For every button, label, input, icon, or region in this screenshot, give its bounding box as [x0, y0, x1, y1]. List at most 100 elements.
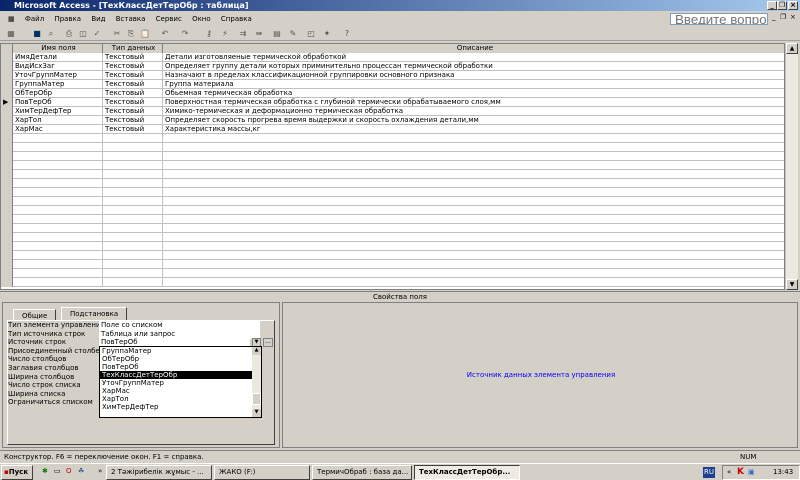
- description-cell[interactable]: [163, 242, 784, 251]
- menu-help[interactable]: Справка: [221, 15, 252, 23]
- table-row[interactable]: УточГруппМатер Текстовый Назначают в пре…: [1, 71, 784, 80]
- description-cell[interactable]: [163, 143, 784, 152]
- row-selector[interactable]: [1, 125, 13, 134]
- data-type-cell[interactable]: Текстовый: [103, 125, 163, 134]
- description-cell[interactable]: [163, 269, 784, 278]
- vertical-scrollbar[interactable]: ▲ ▼: [785, 43, 798, 290]
- description-cell[interactable]: [163, 170, 784, 179]
- table-row[interactable]: [1, 206, 784, 215]
- row-selector[interactable]: [1, 161, 13, 170]
- description-cell[interactable]: [163, 188, 784, 197]
- description-cell[interactable]: [163, 278, 784, 287]
- language-indicator[interactable]: RU: [703, 467, 715, 478]
- table-row[interactable]: [1, 278, 784, 287]
- data-type-cell[interactable]: [103, 278, 163, 287]
- row-selector[interactable]: [1, 215, 13, 224]
- row-selector[interactable]: [1, 278, 13, 287]
- build-icon[interactable]: ✎: [288, 29, 298, 39]
- scroll-up-button[interactable]: ▲: [786, 43, 798, 54]
- table-row[interactable]: [1, 269, 784, 278]
- description-cell[interactable]: Детали изготовляеные термической обработ…: [163, 53, 784, 62]
- opera-icon[interactable]: O: [66, 467, 72, 475]
- row-selector[interactable]: [1, 197, 13, 206]
- row-selector[interactable]: [1, 233, 13, 242]
- data-type-cell[interactable]: Текстовый: [103, 116, 163, 125]
- dropdown-option[interactable]: УточГруппМатер: [100, 379, 252, 387]
- data-type-cell[interactable]: [103, 179, 163, 188]
- help-icon[interactable]: ?: [342, 29, 352, 39]
- menu-window[interactable]: Окно: [192, 15, 211, 23]
- description-cell[interactable]: [163, 134, 784, 143]
- table-row[interactable]: ХарМас Текстовый Характеристика массы,кг: [1, 125, 784, 134]
- row-selector[interactable]: [1, 62, 13, 71]
- print-icon[interactable]: ⎙: [64, 29, 74, 39]
- data-type-cell[interactable]: [103, 161, 163, 170]
- data-type-cell[interactable]: [103, 170, 163, 179]
- show-desktop-icon[interactable]: ▭: [54, 467, 61, 475]
- description-cell[interactable]: [163, 179, 784, 188]
- row-selector[interactable]: [1, 53, 13, 62]
- copy-icon[interactable]: ⎘: [126, 29, 136, 39]
- table-row[interactable]: ВидИсхЗаг Текстовый Определяет группу де…: [1, 62, 784, 71]
- data-type-cell[interactable]: [103, 143, 163, 152]
- table-row[interactable]: [1, 134, 784, 143]
- data-type-cell[interactable]: [103, 224, 163, 233]
- tab-general[interactable]: Общие: [13, 309, 57, 320]
- redo-icon[interactable]: ↷: [180, 29, 190, 39]
- field-name-cell[interactable]: [13, 224, 103, 233]
- description-cell[interactable]: Поверхностная термическая обработка с гл…: [163, 98, 784, 107]
- table-row[interactable]: [1, 143, 784, 152]
- description-cell[interactable]: [163, 215, 784, 224]
- table-row[interactable]: [1, 179, 784, 188]
- table-row[interactable]: [1, 161, 784, 170]
- row-selector[interactable]: [1, 179, 13, 188]
- table-row[interactable]: [1, 251, 784, 260]
- description-cell[interactable]: Характеристика массы,кг: [163, 125, 784, 134]
- field-name-cell[interactable]: [13, 179, 103, 188]
- doc-restore-button[interactable]: ❐: [780, 13, 786, 21]
- dropdown-option[interactable]: ХимТерДефТер: [100, 403, 252, 411]
- delete-rows-icon[interactable]: ⇛: [254, 29, 264, 39]
- minimize-button[interactable]: _: [767, 1, 777, 10]
- data-type-cell[interactable]: Текстовый: [103, 62, 163, 71]
- description-cell[interactable]: [163, 233, 784, 242]
- row-selector[interactable]: [1, 242, 13, 251]
- data-type-cell[interactable]: Текстовый: [103, 107, 163, 116]
- close-button[interactable]: ×: [788, 1, 798, 10]
- description-cell[interactable]: [163, 260, 784, 269]
- description-cell[interactable]: [163, 251, 784, 260]
- more-icon[interactable]: »: [98, 467, 102, 475]
- preview-icon[interactable]: ◫: [78, 29, 88, 39]
- table-row[interactable]: ▶ ПовТерОб Текстовый Поверхностная терми…: [1, 98, 784, 107]
- description-cell[interactable]: Назначают в пределах классификационной г…: [163, 71, 784, 80]
- row-selector[interactable]: [1, 134, 13, 143]
- table-row[interactable]: [1, 242, 784, 251]
- field-name-cell[interactable]: ГруппаМатер: [13, 80, 103, 89]
- menu-tools[interactable]: Сервис: [156, 15, 182, 23]
- undo-icon[interactable]: ↶: [160, 29, 170, 39]
- row-selector[interactable]: [1, 71, 13, 80]
- data-type-cell[interactable]: [103, 242, 163, 251]
- task-word[interactable]: 2 Тәжірибелік жұмыс - ...: [106, 465, 212, 480]
- field-name-cell[interactable]: [13, 233, 103, 242]
- data-type-cell[interactable]: [103, 188, 163, 197]
- field-name-cell[interactable]: [13, 134, 103, 143]
- field-name-cell[interactable]: ОбТерОбр: [13, 89, 103, 98]
- database-window-icon[interactable]: ◰: [306, 29, 316, 39]
- spelling-icon[interactable]: ✓: [92, 29, 102, 39]
- dropdown-option[interactable]: ХарТол: [100, 395, 252, 403]
- search-icon[interactable]: ⌕: [46, 29, 56, 39]
- row-selector[interactable]: [1, 80, 13, 89]
- dropdown-option[interactable]: ХарМас: [100, 387, 252, 395]
- dropdown-option[interactable]: ОбТерОбр: [100, 355, 252, 363]
- field-name-cell[interactable]: [13, 278, 103, 287]
- data-type-cell[interactable]: [103, 152, 163, 161]
- task-explorer[interactable]: ЖАКО (F:): [214, 465, 310, 480]
- table-row[interactable]: [1, 215, 784, 224]
- field-name-cell[interactable]: [13, 206, 103, 215]
- field-name-cell[interactable]: [13, 188, 103, 197]
- field-name-cell[interactable]: [13, 251, 103, 260]
- column-header-description[interactable]: Описание: [163, 44, 784, 53]
- data-type-cell[interactable]: Текстовый: [103, 89, 163, 98]
- data-type-cell[interactable]: [103, 260, 163, 269]
